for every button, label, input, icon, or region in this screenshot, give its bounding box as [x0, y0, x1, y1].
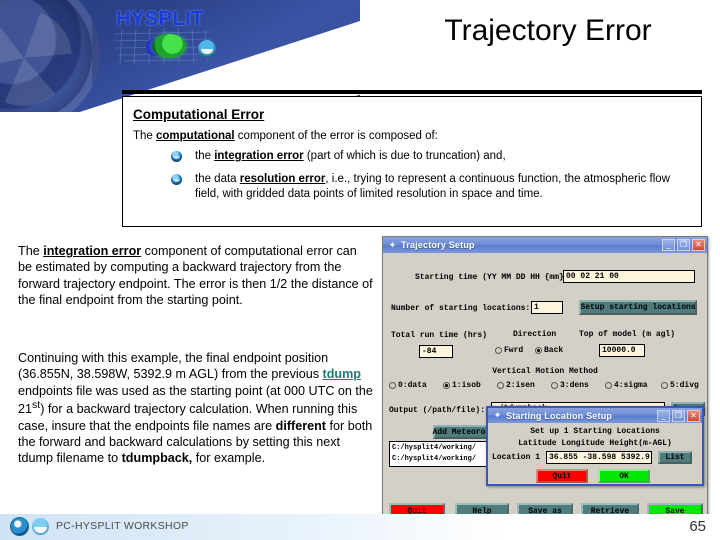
starting-location-columns: Latitude Longitude Height(m-AGL) [518, 439, 672, 448]
bullet-text-after: (part of which is due to truncation) and… [303, 150, 506, 162]
vertical-motion-option-label: 2:isen [506, 381, 535, 390]
vertical-motion-option-label: 4:sigma [614, 381, 648, 390]
direction-radio-back[interactable]: Back [535, 346, 563, 355]
maximize-button[interactable]: ❐ [672, 409, 685, 422]
globe-icon [152, 34, 186, 58]
total-runtime-input[interactable]: -84 [419, 345, 453, 358]
vertical-motion-radio-4[interactable]: 4:sigma [605, 381, 648, 390]
window-controls: _ ❐ ✕ [657, 409, 700, 422]
num-locations-label: Number of starting locations: [391, 304, 531, 313]
callout-intro-after: component of the error is composed of: [234, 130, 438, 142]
close-button[interactable]: ✕ [692, 239, 705, 251]
starting-location-titlebar[interactable]: ✦ Starting Location Setup _ ❐ ✕ [488, 408, 702, 423]
top-of-model-input[interactable]: 10000.0 [599, 344, 645, 357]
callout-heading: Computational Error [133, 107, 265, 122]
vertical-motion-radio-1[interactable]: 1:isob [443, 381, 481, 390]
direction-radio-fwrd[interactable]: Fwrd [495, 346, 523, 355]
list-item: the integration error (part of which is … [133, 149, 691, 163]
maximize-button[interactable]: ❐ [677, 239, 690, 251]
radio-dot-icon [551, 382, 558, 389]
radio-dot-icon [605, 382, 612, 389]
close-button[interactable]: ✕ [687, 409, 700, 422]
vertical-motion-option-label: 3:dens [560, 381, 589, 390]
location-row-label: Location 1 : [492, 453, 550, 462]
minimize-button[interactable]: _ [657, 409, 670, 422]
bullet-text-before: the data [195, 173, 240, 186]
bullet-dot-icon [171, 174, 182, 186]
direction-option-label: Fwrd [504, 346, 524, 355]
vertical-motion-option-label: 5:divg [670, 381, 699, 390]
noaa-swoosh-graphic [0, 0, 100, 112]
bullet-text-before: the [195, 150, 215, 162]
page-number: 65 [689, 518, 706, 535]
radio-dot-icon [443, 382, 450, 389]
noaa-seal-icon [10, 517, 29, 536]
minimize-button[interactable]: _ [662, 239, 675, 251]
vertical-motion-radio-3[interactable]: 3:dens [551, 381, 589, 390]
setup-starting-locations-button[interactable]: Setup starting locations [579, 300, 697, 315]
starting-time-input[interactable]: 00 02 21 00 [563, 270, 695, 283]
vertical-motion-radio-0[interactable]: 0:data [389, 381, 427, 390]
window-title: Starting Location Setup [506, 410, 613, 421]
direction-label: Direction [513, 330, 557, 339]
para1-bold: integration error [43, 244, 142, 258]
list-button[interactable]: List [658, 451, 692, 464]
window-title: Trajectory Setup [401, 240, 475, 250]
window-controls: _ ❐ ✕ [662, 239, 705, 251]
output-path-label: Output (/path/file): [389, 406, 486, 415]
callout-intro-bold: computational [156, 130, 235, 142]
top-of-model-label: Top of model (m agl) [579, 330, 676, 339]
bullet-dot-icon [171, 151, 182, 162]
total-runtime-label: Total run time (hrs) [391, 331, 488, 340]
trajectory-setup-titlebar[interactable]: ✦ Trajectory Setup _ ❐ ✕ [383, 237, 707, 253]
bullet-text-bold: integration error [214, 150, 304, 162]
para2-bold-different: different [275, 418, 326, 433]
radio-dot-icon [535, 347, 542, 354]
vertical-motion-label: Vertical Motion Method [492, 367, 598, 376]
callout-intro: The computational component of the error… [133, 130, 691, 142]
tdump-link[interactable]: tdump [323, 367, 361, 381]
slide-footer: PC-HYSPLIT WORKSHOP [0, 514, 720, 540]
para1-before: The [18, 244, 44, 258]
paragraph-example: Continuing with this example, the final … [18, 350, 374, 467]
para2-part1: Continuing with this example, the final … [18, 351, 329, 382]
noaa-badge-icon [198, 40, 216, 58]
computational-error-callout: Computational Error The computational co… [122, 96, 702, 227]
bullet-text-bold: resolution error [239, 173, 326, 186]
callout-top-rule [122, 90, 702, 94]
radio-dot-icon [661, 382, 668, 389]
page-title: Trajectory Error [444, 14, 652, 47]
location-row-input[interactable]: 36.855 -38.598 5392.9 [546, 451, 652, 464]
radio-dot-icon [497, 382, 504, 389]
vertical-motion-option-label: 0:data [398, 381, 427, 390]
hysplit-wordmark: HYSPLIT [116, 8, 204, 30]
radio-dot-icon [495, 347, 502, 354]
vertical-motion-option-label: 1:isob [452, 381, 481, 390]
para2-part5: for example. [192, 451, 266, 466]
radio-dot-icon [389, 382, 396, 389]
callout-bullet-list: the integration error (part of which is … [133, 149, 691, 201]
starting-time-label: Starting time (YY MM DD HH {mm}): [415, 273, 574, 282]
location-quit-button[interactable]: Quit [536, 469, 588, 483]
para2-superscript: st [32, 399, 41, 412]
callout-intro-before: The [133, 130, 157, 142]
footer-label: PC-HYSPLIT WORKSHOP [56, 520, 189, 532]
vertical-motion-radio-2[interactable]: 2:isen [497, 381, 535, 390]
app-feather-icon: ✦ [493, 410, 502, 420]
list-item: the data resolution error, i.e., trying … [133, 172, 691, 201]
paragraph-integration-error: The integration error component of compu… [18, 243, 374, 308]
direction-option-label: Back [544, 346, 564, 355]
para2-bold-tdumpback: tdumpback, [121, 451, 193, 466]
location-ok-button[interactable]: OK [598, 469, 650, 483]
app-feather-icon: ✦ [388, 239, 397, 250]
vertical-motion-radio-5[interactable]: 5:divg [661, 381, 699, 390]
hysplit-logo: HYSPLIT [110, 8, 220, 66]
noaa-logo-icon [32, 518, 49, 535]
starting-location-subtitle: Set up 1 Starting Locations [530, 427, 660, 436]
starting-location-setup-window[interactable]: ✦ Starting Location Setup _ ❐ ✕ Set up 1… [486, 406, 704, 486]
num-locations-input[interactable]: 1 [531, 301, 563, 314]
